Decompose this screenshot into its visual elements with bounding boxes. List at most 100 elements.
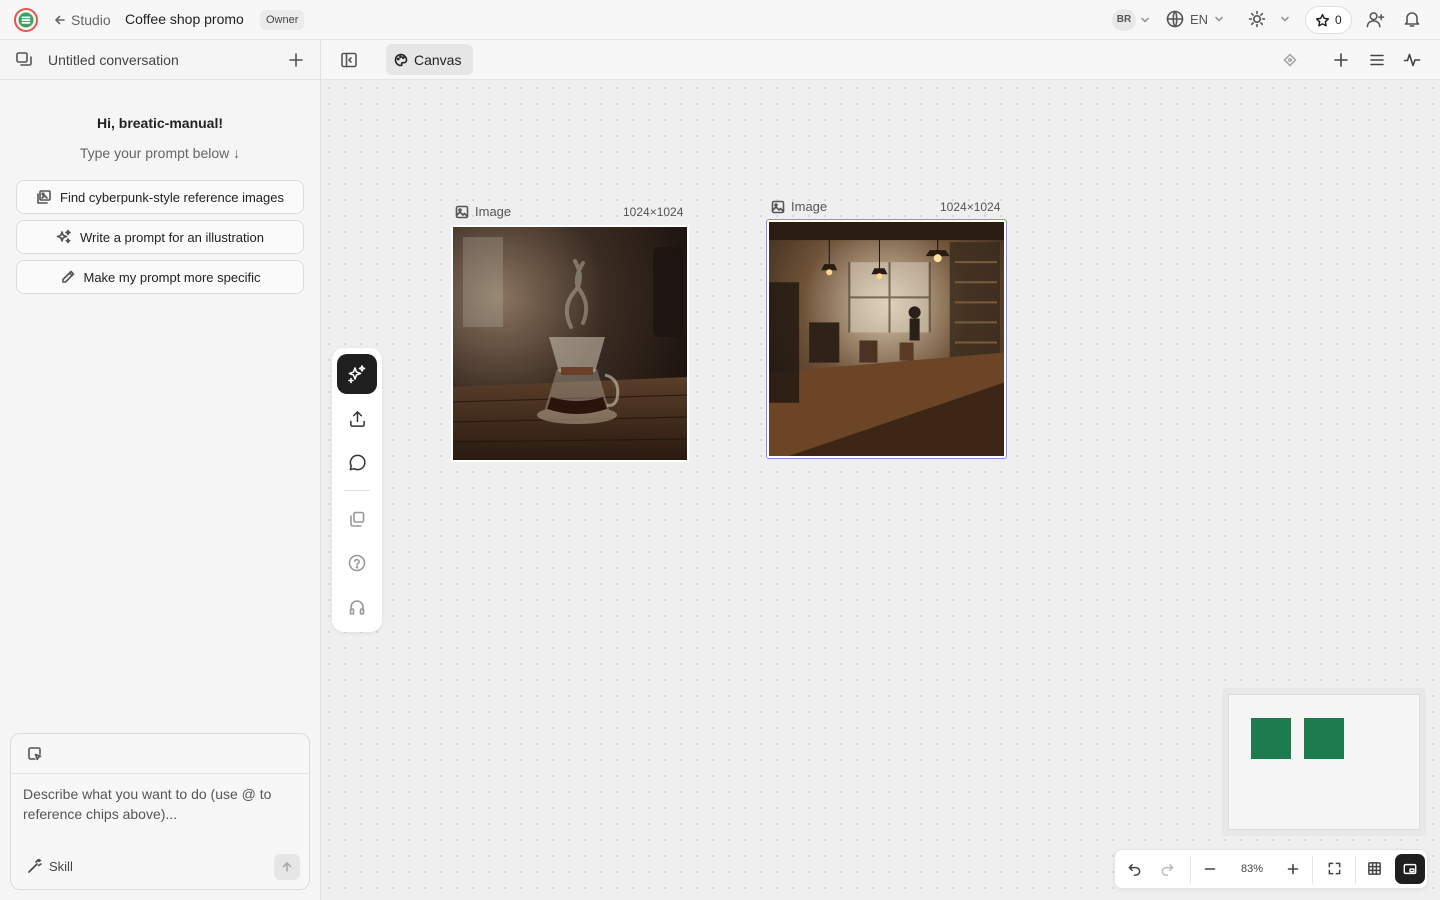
redo-button[interactable]	[1160, 861, 1175, 876]
comment-button[interactable]	[337, 442, 377, 482]
minimap-toggle-button[interactable]	[1395, 854, 1425, 884]
toolbar-divider	[1355, 856, 1356, 884]
star-icon	[1315, 13, 1330, 28]
composer-attachments-bar	[11, 734, 309, 774]
image-node-dimensions: 1024×1024	[940, 200, 1001, 214]
send-button[interactable]	[274, 854, 300, 880]
minimap-node	[1251, 718, 1291, 759]
sparkles-icon	[56, 229, 72, 245]
node-type-label: Image	[475, 204, 512, 219]
ai-generate-button[interactable]	[337, 354, 377, 394]
toolbar-divider	[1312, 856, 1313, 884]
zoom-level[interactable]: 83%	[1237, 863, 1267, 875]
greeting-text: Hi, breatic-manual!	[96, 115, 224, 131]
toolbar-divider	[1190, 856, 1191, 884]
suggestion-label: Make my prompt more specific	[83, 269, 261, 285]
layers-list-button[interactable]	[1368, 51, 1386, 69]
support-button[interactable]	[337, 587, 377, 627]
minimap-viewport	[1228, 694, 1420, 830]
image-node-dimensions: 1024×1024	[623, 205, 684, 219]
arrow-left-icon	[54, 14, 66, 26]
minimap-icon	[1403, 862, 1417, 876]
new-conversation-button[interactable]	[287, 51, 305, 69]
pencil-icon	[60, 269, 76, 285]
notifications-button[interactable]	[1403, 10, 1421, 28]
image-node-label: Image	[771, 199, 827, 214]
stars-count: 0	[1335, 13, 1342, 27]
conversation-header: Untitled conversation	[0, 40, 320, 80]
activity-icon[interactable]	[1403, 51, 1421, 69]
tab-canvas[interactable]: Canvas	[386, 44, 474, 75]
conversation-panel: Untitled conversation Hi, breatic-manual…	[0, 40, 321, 900]
palette-icon	[394, 53, 408, 67]
assets-button[interactable]	[337, 499, 377, 539]
language-label: EN	[1190, 11, 1209, 27]
sun-icon	[1248, 10, 1266, 28]
theme-toggle[interactable]	[1248, 10, 1290, 28]
prompt-composer: Skill	[10, 733, 310, 890]
invite-user-button[interactable]	[1366, 10, 1385, 29]
message-circle-icon	[348, 453, 367, 472]
image-icon	[455, 205, 469, 219]
conversation-title[interactable]: Untitled conversation	[48, 52, 179, 68]
suggestion-chip-write-prompt[interactable]: Write a prompt for an illustration	[16, 220, 304, 254]
arrow-up-icon	[281, 861, 293, 873]
image-node-coffee-brewer[interactable]	[451, 225, 689, 462]
image-icon	[771, 200, 785, 214]
project-title[interactable]: Coffee shop promo	[125, 11, 244, 27]
suggestion-label: Write a prompt for an illustration	[80, 229, 264, 245]
avatar: BR	[1112, 9, 1136, 31]
minimap-node	[1304, 718, 1344, 759]
chevron-down-icon	[1280, 14, 1290, 24]
back-link-label: Studio	[71, 12, 111, 28]
coffee-shop-interior-image	[769, 222, 1004, 456]
suggestion-label: Find cyberpunk-style reference images	[60, 189, 284, 205]
suggestion-chip-refine-prompt[interactable]: Make my prompt more specific	[16, 260, 304, 294]
help-button[interactable]	[337, 543, 377, 583]
app-logo-icon[interactable]	[14, 8, 38, 32]
canvas-header: Canvas	[321, 40, 1440, 80]
back-to-studio-link[interactable]: Studio	[54, 12, 111, 28]
canvas-tool-rail	[332, 348, 382, 632]
skill-label: Skill	[49, 858, 73, 874]
top-bar: Studio Coffee shop promo Owner BR EN 0	[0, 0, 1440, 40]
role-badge: Owner	[260, 10, 305, 30]
prompt-input[interactable]	[23, 784, 298, 832]
images-icon	[36, 189, 52, 205]
conversations-icon[interactable]	[15, 51, 33, 69]
user-menu[interactable]: BR	[1112, 9, 1150, 31]
skill-button[interactable]: Skill	[27, 858, 73, 874]
copy-icon	[348, 510, 366, 528]
grid-toggle-button[interactable]	[1367, 861, 1382, 876]
coffee-brewer-image	[453, 227, 687, 460]
tab-label: Canvas	[414, 51, 462, 68]
add-reference-icon[interactable]	[27, 746, 43, 762]
collapse-panel-button[interactable]	[340, 51, 358, 69]
rail-divider	[344, 490, 370, 491]
node-anchor-icon[interactable]	[1283, 53, 1297, 67]
suggestion-chip-reference-images[interactable]: Find cyberpunk-style reference images	[16, 180, 304, 214]
language-selector[interactable]: EN	[1166, 10, 1224, 28]
chevron-down-icon	[1214, 14, 1224, 24]
stars-button[interactable]: 0	[1305, 6, 1352, 34]
sparkles-icon	[347, 364, 367, 384]
image-node-coffee-shop[interactable]	[766, 219, 1007, 459]
headphones-icon	[348, 598, 366, 616]
image-node-label: Image	[455, 204, 511, 219]
bell-icon	[1403, 10, 1421, 28]
fit-to-screen-button[interactable]	[1327, 861, 1342, 876]
globe-icon	[1166, 10, 1184, 28]
upload-button[interactable]	[337, 398, 377, 438]
zoom-in-button[interactable]	[1285, 861, 1301, 877]
minimap[interactable]	[1222, 688, 1426, 836]
user-plus-icon	[1366, 10, 1385, 29]
magic-wand-icon	[27, 858, 43, 874]
zoom-out-button[interactable]	[1202, 861, 1218, 877]
node-type-label: Image	[791, 199, 828, 214]
chevron-down-icon	[1140, 15, 1150, 25]
canvas-toolbar: 83%	[1114, 849, 1428, 889]
greeting-subtitle: Type your prompt below ↓	[79, 145, 241, 161]
add-node-button[interactable]	[1332, 51, 1350, 69]
upload-icon	[348, 409, 367, 428]
undo-button[interactable]	[1127, 861, 1142, 876]
